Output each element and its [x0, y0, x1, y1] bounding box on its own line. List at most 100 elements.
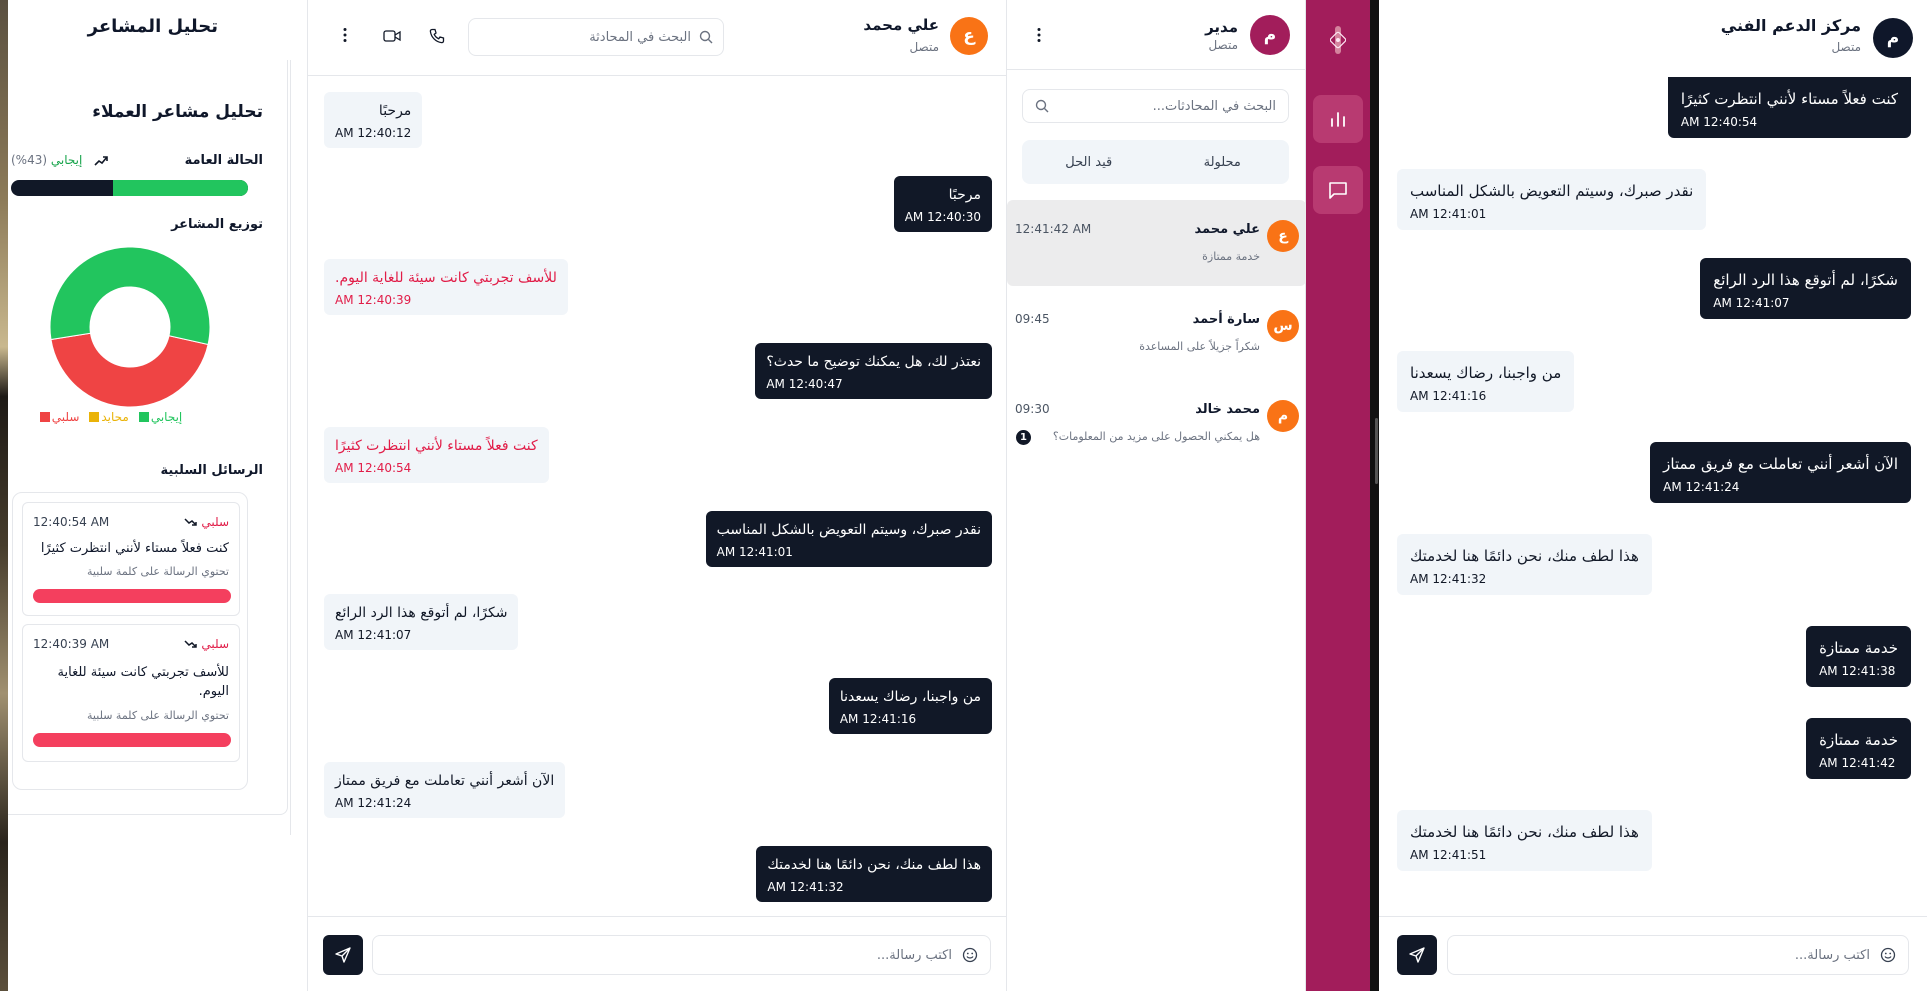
- message-time: 12:41:24 AM: [335, 796, 412, 810]
- overall-label: الحالة العامة: [184, 153, 263, 168]
- panel-divider: [290, 60, 291, 835]
- negative-messages-title: الرسائل السلبية: [160, 463, 263, 478]
- negative-messages-list: 12:40:54 AM سلبي كنت فعلاً مستاء لأنني ا…: [12, 492, 248, 790]
- support-title: مركز الدعم الفني: [1720, 16, 1861, 35]
- agent-message: هذا لطف منك، نحن دائمًا هنا لخدمتك 12:41:…: [756, 846, 992, 902]
- message-time: 12:41:01 AM: [716, 545, 793, 559]
- negative-message-card[interactable]: 12:40:54 AM سلبي كنت فعلاً مستاء لأنني ا…: [22, 502, 240, 616]
- negative-score-bar: [33, 589, 231, 603]
- search-icon: [699, 30, 713, 44]
- center-chat-panel: ع علي محمد متصل البحث في المحادثة مرحبًا…: [308, 0, 1007, 991]
- customer-chat-panel: م مركز الدعم الفني متصل كنت فعلاً مستاء …: [1379, 0, 1927, 991]
- video-camera-icon[interactable]: [383, 29, 401, 43]
- agent-message: مرحبًا 12:40:30 AM: [893, 176, 992, 232]
- phone-icon[interactable]: [429, 28, 445, 44]
- agent-message: نقدر صبرك، وسيتم التعويض بالشكل المناسب 1…: [705, 511, 992, 567]
- tab-in-progress[interactable]: قيد الحل: [1022, 140, 1156, 184]
- split-divider: [1370, 0, 1379, 991]
- own-message: خدمة ممتازة 12:41:38 AM: [1806, 626, 1911, 687]
- chat-nav-button[interactable]: [1313, 166, 1363, 214]
- conversation-preview: خدمة ممتازة: [1202, 250, 1260, 263]
- negative-score-bar: [33, 733, 231, 747]
- resize-handle[interactable]: [1375, 418, 1378, 484]
- message-text: هذا لطف منك، نحن دائمًا هنا لخدمتك: [1410, 823, 1639, 841]
- customer-message: مرحبًا 12:40:12 AM: [324, 92, 423, 148]
- message-time: 12:40:47 AM: [766, 377, 843, 391]
- message-time: 12:41:07 AM: [1713, 296, 1790, 310]
- logo-icon[interactable]: [1322, 24, 1354, 56]
- overall-progress-bar: [11, 180, 248, 196]
- analytics-nav-button[interactable]: [1313, 95, 1363, 143]
- customer-message: شكرًا، لم أتوقع هذا الرد الرائع 12:41:07 …: [324, 594, 519, 650]
- legend-positive: إيجابي: [138, 408, 183, 426]
- own-message: خدمة ممتازة 12:41:42 AM: [1806, 718, 1911, 779]
- message-time: 12:41:32 AM: [767, 880, 844, 894]
- send-button[interactable]: [323, 935, 363, 975]
- user-name: مدير: [1205, 18, 1238, 36]
- customer-message: الآن أشعر أنني تعاملت مع فريق ممتاز 12:41…: [324, 762, 566, 818]
- donut-slice-negative: [50, 332, 209, 408]
- support-message: نقدر صبرك، وسيتم التعويض بالشكل المناسب 1…: [1397, 169, 1707, 230]
- unread-badge: 1: [1016, 430, 1031, 445]
- customer-message: كنت فعلاً مستاء لأنني انتظرت كثيرًا 12:40…: [324, 427, 549, 483]
- legend-swatch-neutral: [89, 412, 100, 422]
- message-text: شكرًا، لم أتوقع هذا الرد الرائع: [1713, 271, 1898, 289]
- more-options-icon[interactable]: [343, 27, 347, 43]
- overall-value: إيجابي (43%): [11, 153, 82, 167]
- negative-message-card[interactable]: 12:40:39 AM سلبي للأسف تجربتي كانت سيئة …: [22, 624, 240, 762]
- conversation-item[interactable]: س سارة أحمد 09:45 شكراً جزيلاً على المساعدة: [1007, 290, 1306, 376]
- bar-chart-icon: [1331, 112, 1345, 127]
- negative-message-time: 12:40:39 AM: [33, 637, 110, 651]
- tab-resolved[interactable]: محلولة: [1156, 140, 1290, 184]
- contact-avatar: ع: [950, 17, 988, 55]
- message-time: 12:40:12 AM: [335, 126, 412, 140]
- negative-badge: سلبي: [184, 637, 229, 651]
- trending-down-icon: [184, 640, 198, 648]
- conversation-search-input[interactable]: البحث في المحادثات...: [1022, 89, 1289, 123]
- message-list[interactable]: مرحبًا 12:40:12 AM مرحبًا 12:40:30 AM للأسف …: [308, 77, 1007, 915]
- message-text: خدمة ممتازة: [1819, 639, 1898, 657]
- legend-positive-label: إيجابي: [150, 410, 183, 424]
- own-message: الآن أشعر أنني تعاملت مع فريق ممتاز 12:41…: [1650, 442, 1911, 503]
- distribution-label: توزيع المشاعر: [171, 217, 263, 232]
- message-text: للأسف تجربتي كانت سيئة للغاية اليوم.: [335, 270, 557, 286]
- send-icon: [1409, 947, 1425, 963]
- message-time: 12:40:39 AM: [335, 293, 412, 307]
- chat-search-input[interactable]: البحث في المحادثة: [468, 18, 724, 56]
- message-square-icon: [1329, 182, 1347, 199]
- conversation-item[interactable]: ع علي محمد 12:41:42 AM خدمة ممتازة: [1007, 200, 1306, 286]
- legend-negative-label: سلبي: [51, 410, 80, 424]
- message-time: 12:41:07 AM: [335, 628, 412, 642]
- emoji-icon[interactable]: [962, 947, 978, 963]
- search-icon: [1035, 99, 1049, 113]
- status-tabs: محلولة قيد الحل: [1022, 140, 1289, 184]
- customer-input-placeholder: اكتب رسالة...: [1794, 947, 1870, 963]
- message-input[interactable]: اكتب رسالة...: [372, 935, 991, 975]
- message-time: 12:41:42 AM: [1819, 756, 1896, 770]
- overall-value-label: إيجابي: [50, 153, 83, 167]
- message-text: مرحبًا: [948, 187, 981, 203]
- message-text: من واجبنا، رضاك يسعدنا: [839, 689, 981, 705]
- contact-status: متصل: [909, 40, 939, 54]
- customer-send-button[interactable]: [1397, 935, 1437, 975]
- customer-composer: اكتب رسالة...: [1379, 916, 1927, 991]
- conversation-item[interactable]: م محمد خالد 09:30 هل يمكني الحصول على مزيد …: [1007, 380, 1306, 466]
- customer-message-input[interactable]: اكتب رسالة...: [1447, 935, 1909, 975]
- conversation-preview: شكراً جزيلاً على المساعدة: [1139, 340, 1260, 353]
- customer-message-list[interactable]: كنت فعلاً مستاء لأنني انتظرت كثيرًا 12:40…: [1379, 0, 1927, 916]
- message-text: شكرًا، لم أتوقع هذا الرد الرائع: [335, 605, 508, 621]
- negative-badge: سلبي: [184, 515, 229, 529]
- analysis-card: تحليل مشاعر العملاء الحالة العامة إيجابي…: [8, 60, 288, 815]
- sentiment-analysis-panel: تحليل المشاعر تحليل مشاعر العملاء الحالة…: [8, 0, 308, 991]
- message-time: 12:41:16 AM: [1410, 389, 1487, 403]
- legend-neutral-label: محايد: [101, 410, 129, 424]
- panel-title: تحليل المشاعر: [87, 16, 218, 37]
- support-message: هذا لطف منك، نحن دائمًا هنا لخدمتك 12:41:…: [1397, 810, 1652, 871]
- message-text: خدمة ممتازة: [1819, 731, 1898, 749]
- more-options-icon[interactable]: [1037, 27, 1041, 43]
- message-text: نعتذر لك، هل يمكنك توضيح ما حدث؟: [766, 354, 981, 370]
- negative-badge-label: سلبي: [201, 637, 229, 651]
- emoji-icon[interactable]: [1880, 947, 1896, 963]
- trending-down-icon: [184, 518, 198, 526]
- message-text: مرحبًا: [378, 103, 412, 119]
